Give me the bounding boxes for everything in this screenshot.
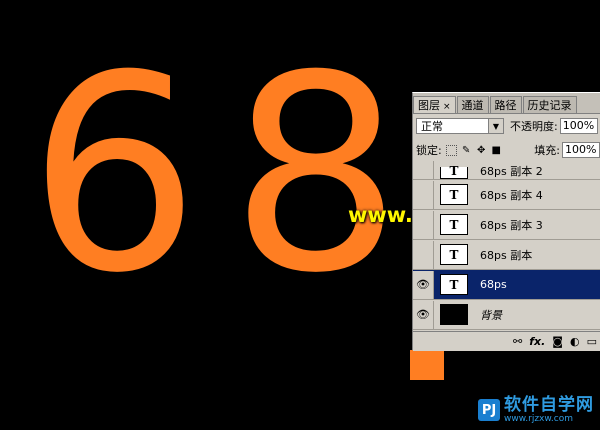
big-digit-six: 6 — [28, 17, 200, 332]
link-icon[interactable]: ⚯ — [513, 335, 522, 348]
logo-name: 软件自学网 — [504, 395, 594, 415]
blend-mode-value: 正常 — [421, 120, 443, 133]
folder-icon[interactable]: ▭ — [587, 335, 597, 348]
tab-layers[interactable]: 图层 × — [413, 96, 456, 113]
opacity-input[interactable]: 100% — [559, 118, 598, 134]
orange-fragment — [410, 350, 444, 380]
fx-icon[interactable]: fx. — [529, 335, 545, 348]
layer-row[interactable]: T 68ps 副本 — [413, 240, 600, 270]
layer-list: T 68ps 副本 2 T 68ps 副本 4 T 68ps 副本 3 T 68… — [413, 161, 600, 331]
text-layer-thumb: T — [440, 274, 468, 295]
opacity-label: 不透明度: — [510, 120, 558, 133]
layer-name: 68ps — [480, 278, 507, 291]
text-layer-thumb: T — [440, 184, 468, 205]
text-layer-thumb: T — [440, 244, 468, 265]
text-layer-thumb: T — [440, 164, 468, 179]
panel-footer: ⚯ fx. ◙ ◐ ▭ — [413, 331, 600, 351]
layers-panel: 图层 × 通道 路径 历史记录 正常 ▼ 不透明度: 100% 锁定: ✎ ✥ ■… — [412, 92, 600, 351]
chevron-down-icon[interactable]: ▼ — [488, 119, 503, 133]
tab-channels[interactable]: 通道 — [456, 96, 489, 113]
mask-icon[interactable]: ◙ — [552, 335, 563, 348]
text-layer-thumb: T — [440, 214, 468, 235]
logo-url: www.rjzxw.com — [504, 414, 573, 424]
blend-row: 正常 ▼ 不透明度: 100% — [413, 114, 600, 138]
lock-transparency-icon[interactable] — [445, 144, 457, 156]
fill-input[interactable]: 100% — [562, 142, 600, 158]
layer-name: 68ps 副本 4 — [480, 188, 543, 202]
close-icon[interactable]: × — [443, 102, 451, 112]
layer-name: 68ps 副本 3 — [480, 218, 543, 232]
eye-icon[interactable]: 👁 — [413, 300, 434, 329]
panel-tabs: 图层 × 通道 路径 历史记录 — [413, 93, 600, 114]
adjustment-icon[interactable]: ◐ — [570, 335, 580, 348]
background-thumb — [440, 304, 468, 325]
fill-label: 填充: — [534, 144, 560, 157]
layer-name: 68ps 副本 2 — [480, 165, 543, 178]
eye-icon[interactable]: 👁 — [413, 270, 434, 299]
lock-icon[interactable]: ■ — [491, 145, 502, 156]
layer-row[interactable]: T 68ps 副本 4 — [413, 180, 600, 210]
tab-history[interactable]: 历史记录 — [522, 96, 577, 113]
visibility-toggle[interactable] — [413, 161, 434, 179]
layer-row-background[interactable]: 👁 背景 — [413, 300, 600, 330]
visibility-toggle[interactable] — [413, 240, 434, 269]
site-logo: PJ 软件自学网 www.rjzxw.com — [478, 396, 594, 424]
lock-label: 锁定: — [416, 144, 442, 157]
visibility-toggle[interactable] — [413, 180, 434, 209]
layer-row[interactable]: T 68ps 副本 3 — [413, 210, 600, 240]
layer-row-selected[interactable]: 👁 T 68ps — [413, 270, 600, 300]
logo-mark: PJ — [478, 399, 500, 421]
lock-row: 锁定: ✎ ✥ ■ 填充: 100% — [413, 138, 600, 162]
move-icon[interactable]: ✥ — [476, 145, 487, 156]
visibility-toggle[interactable] — [413, 210, 434, 239]
layer-name: 68ps 副本 — [480, 248, 533, 262]
layer-name: 背景 — [480, 308, 502, 322]
layer-row[interactable]: T 68ps 副本 2 — [413, 161, 600, 180]
big-digit-eight: 8 — [230, 17, 402, 332]
blend-mode-select[interactable]: 正常 ▼ — [416, 118, 504, 134]
tab-layers-label: 图层 — [418, 99, 440, 112]
brush-icon[interactable]: ✎ — [461, 145, 472, 156]
tab-paths[interactable]: 路径 — [489, 96, 522, 113]
logo-text: 软件自学网 www.rjzxw.com — [504, 396, 594, 424]
